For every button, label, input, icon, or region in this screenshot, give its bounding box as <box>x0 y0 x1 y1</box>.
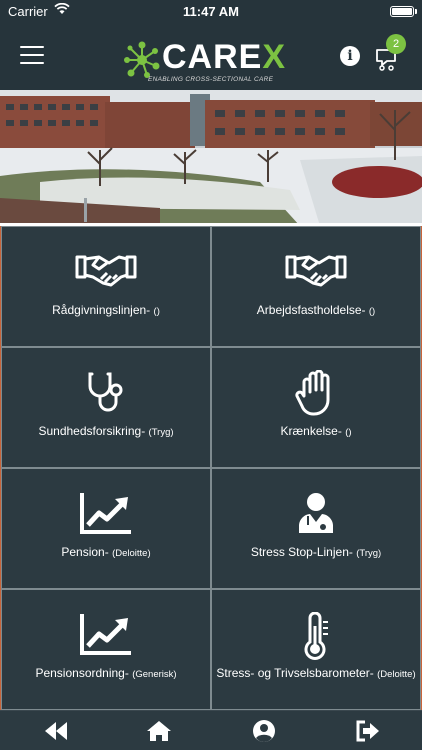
hero-image <box>0 90 422 226</box>
tile-title: Pension- <box>61 545 109 559</box>
handshake-icon <box>285 255 347 287</box>
status-bar: Carrier 11:47 AM <box>0 0 422 24</box>
app-header: CAREX ENABLING CROSS-SECTIONAL CARE i 2 <box>0 24 422 90</box>
molecule-logo-icon <box>124 41 160 78</box>
logout-icon[interactable] <box>355 719 381 743</box>
home-icon[interactable] <box>146 719 172 743</box>
tile-arbejdsfastholdelse[interactable]: Arbejdsfastholdelse- () <box>211 226 421 347</box>
tile-pensionsordning[interactable]: Pensionsordning- (Generisk) <box>1 589 211 710</box>
tile-kraenkelse[interactable]: Krænkelse- () <box>211 347 421 468</box>
tile-subtitle: (Tryg) <box>356 548 382 559</box>
handshake-icon <box>75 255 137 287</box>
tile-title: Krænkelse- <box>280 424 342 438</box>
tile-subtitle: () <box>368 306 376 317</box>
carex-logo: CAREX ENABLING CROSS-SECTIONAL CARE <box>122 38 292 84</box>
campus-photo <box>0 90 422 223</box>
tile-subtitle: (Tryg) <box>148 427 174 438</box>
tile-title: Stress- og Trivselsbarometer- <box>216 666 374 680</box>
hand-icon <box>295 370 330 416</box>
clock: 11:47 AM <box>183 4 239 19</box>
tile-title: Rådgivningslinjen- <box>52 303 151 317</box>
tile-pension[interactable]: Pension- (Deloitte) <box>1 468 211 589</box>
stethoscope-icon <box>88 372 123 412</box>
tile-raadgivningslinjen[interactable]: Rådgivningslinjen- () <box>1 226 211 347</box>
logo-text: CARE <box>162 38 263 76</box>
chart-line-icon <box>80 493 131 534</box>
tile-subtitle: () <box>153 306 160 317</box>
tile-title: Pensionsordning- <box>35 666 129 680</box>
tile-stress-og-trivselsbarometer[interactable]: Stress- og Trivselsbarometer- (Deloitte) <box>211 589 421 710</box>
battery-icon <box>390 6 414 17</box>
logo-tagline: ENABLING CROSS-SECTIONAL CARE <box>148 76 274 83</box>
tile-subtitle: (Deloitte) <box>112 548 151 559</box>
profile-icon[interactable] <box>251 719 277 743</box>
tile-title: Sundhedsforsikring- <box>38 424 146 438</box>
tile-subtitle: (Deloitte) <box>377 669 416 680</box>
info-icon[interactable]: i <box>340 46 360 66</box>
service-grid: Rådgivningslinjen- () Arbejdsfastholdels… <box>0 226 422 710</box>
chart-line-icon <box>80 614 131 655</box>
tile-subtitle: () <box>345 427 352 438</box>
tile-sundhedsforsikring[interactable]: Sundhedsforsikring- (Tryg) <box>1 347 211 468</box>
tile-title: Arbejdsfastholdelse- <box>256 303 366 317</box>
tile-title: Stress Stop-Linjen- <box>250 545 353 559</box>
bottom-tab-bar <box>0 710 422 750</box>
tile-stress-stop-linjen[interactable]: Stress Stop-Linjen- (Tryg) <box>211 468 421 589</box>
back-icon[interactable] <box>43 719 69 743</box>
thermometer-icon <box>304 612 328 660</box>
doctor-icon <box>299 493 333 533</box>
logo-accent: X <box>262 38 287 76</box>
menu-icon[interactable] <box>20 46 44 66</box>
tile-subtitle: (Generisk) <box>132 669 177 680</box>
cart-count-badge: 2 <box>386 34 406 54</box>
